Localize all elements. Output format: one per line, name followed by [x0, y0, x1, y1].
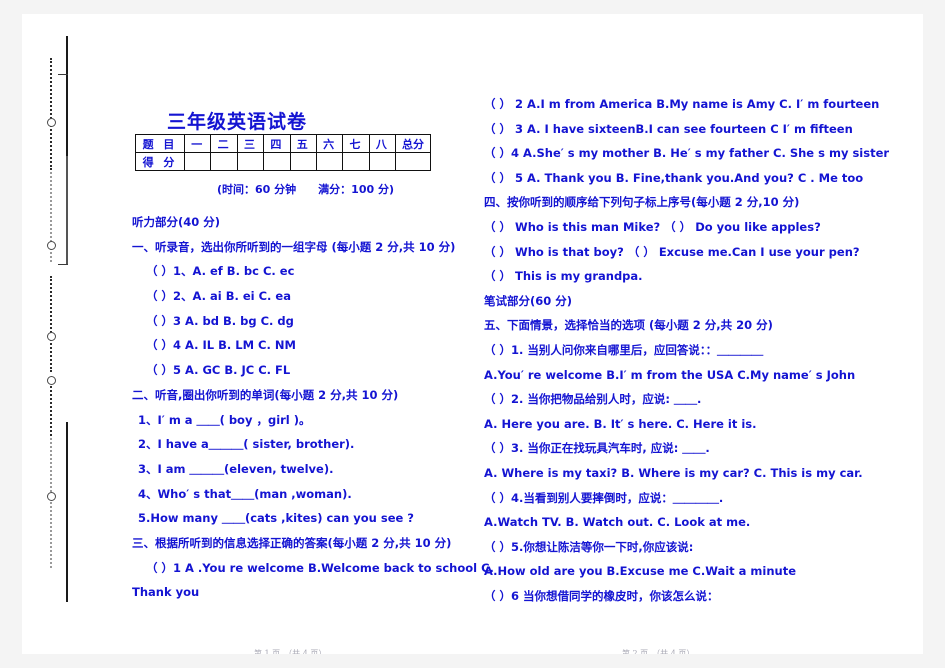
q5-item-5: （ ）5.你想让陈洁等你一下时,你应该说:: [484, 539, 694, 554]
score-table-col-2: 二: [210, 134, 238, 153]
q3-item-1-cont: Thank you: [132, 585, 200, 600]
score-cell-6[interactable]: [315, 152, 344, 171]
score-table-col-4: 四: [263, 134, 291, 153]
score-table-header-row: 题 目 一 二 三 四 五 六 七 八 总分: [135, 134, 431, 153]
q3-item-1: （ ）1 A .You re welcome B.Welcome back to…: [146, 560, 494, 575]
binding-dotted-1: [50, 58, 52, 170]
binding-hole-1: [47, 118, 56, 127]
binding-dotted-4: [50, 382, 52, 436]
time-and-score-note: (时间：60 分钟 满分：100 分): [217, 183, 394, 196]
section-listening-heading: 听力部分(40 分): [132, 215, 221, 229]
binding-dotted-3: [50, 276, 52, 372]
score-table-col-5: 五: [289, 134, 317, 153]
score-table-row-label-score: 得 分: [135, 152, 185, 171]
q1-item-5: （ ）5 A. GC B. JC C. FL: [146, 363, 291, 378]
binding-hole-2: [47, 241, 56, 250]
q3-item-5: （ ） 5 A. Thank you B. Fine,thank you.And…: [484, 170, 864, 185]
score-cell-2[interactable]: [210, 152, 238, 171]
score-table-col-1: 一: [183, 134, 212, 153]
right-content-lines: （ ） 2 A.I m from America B.My name is Am…: [484, 92, 923, 608]
q2-item-5: 5.How many ＿＿(cats ,kites) can you see ?: [138, 511, 414, 526]
question-1-heading: 一、听录音，选出你所听到的一组字母 (每小题 2 分,共 10 分): [132, 239, 456, 254]
score-cell-4[interactable]: [263, 152, 291, 171]
score-table-col-3: 三: [236, 134, 265, 153]
score-table-row-label-subject: 题 目: [135, 134, 185, 153]
question-2-heading: 二、听音,圈出你听到的单词(每小题 2 分,共 10 分): [132, 387, 399, 402]
q3-item-3: （ ） 3 A. I have sixteenB.I can see fourt…: [484, 121, 853, 136]
question-4-heading: 四、按你听到的顺序给下列句子标上序号(每小题 2 分,10 分): [484, 195, 800, 210]
question-5-heading: 五、下面情景，选择恰当的选项 (每小题 2 分,共 20 分): [484, 318, 773, 333]
q5-item-2-options: A. Here you are. B. It′ s here. C. Here …: [484, 416, 757, 431]
score-table-col-total: 总分: [395, 134, 431, 153]
q2-item-4: 4、Who′ s that＿＿(man ,woman).: [138, 486, 352, 501]
q4-row-2: （ ） Who is that boy? （ ） Excuse me.Can I…: [484, 244, 860, 259]
q1-item-4: （ ）4 A. IL B. LM C. NM: [146, 338, 296, 353]
q2-item-3: 3、I am ＿＿＿(eleven, twelve).: [138, 461, 334, 476]
left-content-lines: 听力部分(40 分) 一、听录音，选出你所听到的一组字母 (每小题 2 分,共 …: [132, 210, 494, 605]
q5-item-2: （ ）2. 当你把物品给别人时，应说: ＿＿.: [484, 392, 702, 407]
page-title: 三年级英语试卷: [167, 111, 308, 133]
q1-item-3: （ ）3 A. bd B. bg C. dg: [146, 313, 294, 328]
score-cell-7[interactable]: [342, 152, 370, 171]
q5-item-3: （ ）3. 当你正在找玩具汽车时, 应说: ＿＿.: [484, 441, 710, 456]
q5-item-6: （ ）6 当你想借同学的橡皮时，你该怎么说：: [484, 588, 719, 603]
q5-item-5-options: A.How old are you B.Excuse me C.Wait a m…: [484, 564, 797, 579]
q4-row-1: （ ） Who is this man Mike? （ ） Do you lik…: [484, 219, 821, 234]
question-3-heading: 三、根据所听到的信息选择正确的答案(每小题 2 分,共 10 分): [132, 535, 452, 550]
q5-item-3-options: A. Where is my taxi? B. Where is my car?…: [484, 465, 863, 480]
q2-item-1: 1、I′ m a ＿＿( boy ，girl )。: [138, 412, 311, 427]
q5-item-4-options: A.Watch TV. B. Watch out. C. Look at me.: [484, 515, 751, 530]
score-cell-8[interactable]: [368, 152, 397, 171]
section-written-heading: 笔试部分(60 分): [484, 293, 573, 308]
q1-item-1: （ ）1、A. ef B. bc C. ec: [146, 264, 295, 279]
binding-tick-mid: [58, 264, 68, 265]
q5-item-1-options: A.You′ re welcome B.I′ m from the USA C.…: [484, 367, 856, 382]
score-cell-1[interactable]: [183, 152, 212, 171]
score-table-col-8: 八: [368, 134, 397, 153]
binding-rule-upper: [66, 36, 68, 156]
score-cell-3[interactable]: [236, 152, 265, 171]
q5-item-1: （ ）1. 当别人问你来自哪里后，应回答说：：＿＿＿＿: [484, 342, 764, 357]
binding-tick-top: [58, 74, 68, 75]
q5-item-4: （ ）4.当看到别人要摔倒时，应说：＿＿＿＿.: [484, 490, 724, 505]
q3-item-4: （ ）4 A.She′ s my mother B. He′ s my fath…: [484, 146, 890, 161]
q2-item-2: 2、I have a＿＿＿( sister, brother).: [138, 437, 355, 452]
binding-hole-4: [47, 376, 56, 385]
q3-item-2: （ ） 2 A.I m from America B.My name is Am…: [484, 97, 880, 111]
binding-hole-3: [47, 332, 56, 341]
exam-page: 三年级英语试卷 题 目 一 二 三 四 五 六 七 八 总分 得 分 (时间：6…: [22, 14, 923, 654]
score-table-col-6: 六: [315, 134, 344, 153]
score-table-value-row: 得 分: [135, 152, 431, 171]
q1-item-2: （ ）2、A. ai B. ei C. ea: [146, 289, 291, 304]
q4-row-3: （ ） This is my grandpa.: [484, 269, 643, 284]
score-table: 题 目 一 二 三 四 五 六 七 八 总分 得 分: [135, 134, 431, 171]
score-cell-total[interactable]: [395, 152, 431, 171]
binding-hole-5: [47, 492, 56, 501]
score-table-col-7: 七: [342, 134, 370, 153]
footer-page-2: 第 2 页 （共 4 页）: [622, 649, 695, 654]
binding-dotted-5: [50, 438, 52, 568]
binding-rule-mid: [66, 156, 68, 264]
binding-rule-lower: [66, 422, 68, 602]
score-cell-5[interactable]: [289, 152, 317, 171]
footer-page-1: 第 1 页 （共 4 页）: [254, 649, 327, 654]
